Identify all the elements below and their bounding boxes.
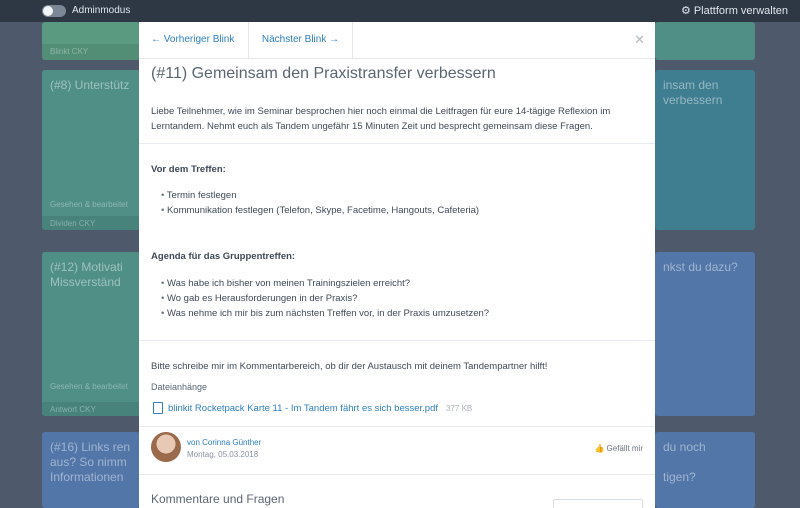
bg-card-8-title: (#8) Unterstütz [50, 78, 130, 92]
section-heading-before-meeting: Vor dem Treffen: [151, 164, 226, 175]
bg-card-right-2[interactable]: nkst du dazu? [655, 252, 755, 416]
section-heading-agenda: Agenda für das Gruppentreffen: [151, 251, 296, 262]
bg-card-right-2-title: nkst du dazu? [663, 260, 738, 274]
bg-card-8-meta: Gesehen & bearbeitet [50, 200, 128, 209]
next-blink-button[interactable]: Nächster Blink → [249, 22, 353, 58]
post-date: Montag, 05.03.2018 [187, 450, 259, 459]
before-meeting-list: Termin festlegen Kommunikation festlegen… [161, 188, 479, 218]
manage-platform-label: Plattform verwalten [693, 5, 788, 17]
next-blink-label: Nächster Blink [261, 34, 327, 45]
gear-icon: ⚙ [680, 5, 691, 17]
list-item: Was habe ich bisher von meinen Trainings… [161, 276, 489, 291]
previous-blink-button[interactable]: ← Vorheriger Blink [139, 22, 249, 58]
like-button[interactable]: 👍 Gefällt mir [595, 444, 643, 453]
manage-platform-link[interactable]: ⚙ Plattform verwalten [681, 4, 788, 17]
comments-title: Kommentare und Fragen [151, 492, 285, 506]
bg-card-16-title: (#16) Links ren aus? So nimm Information… [50, 440, 131, 484]
author-name[interactable]: von Corinna Günther [187, 438, 261, 447]
attachment-size: 377 KB [446, 403, 473, 413]
bg-card-right-3-title: du noch tigen? [663, 440, 706, 484]
bg-card-16[interactable]: (#16) Links ren aus? So nimm Information… [42, 432, 140, 508]
list-item: Termin festlegen [161, 188, 479, 203]
attachments-label: Dateianhänge [151, 382, 208, 392]
admin-mode-label: Adminmodus [72, 5, 131, 16]
modal-nav: ← Vorheriger Blink Nächster Blink → ✕ [139, 22, 655, 59]
list-item: Kommunikation festlegen (Telefon, Skype,… [161, 203, 479, 218]
top-bar: Adminmodus ⚙ Plattform verwalten [0, 0, 800, 22]
bg-card-12-meta: Gesehen & bearbeitet [50, 382, 128, 391]
divider [139, 426, 655, 427]
admin-mode-toggle[interactable] [42, 5, 66, 17]
bg-card-right-top[interactable] [655, 22, 755, 60]
bg-card-12[interactable]: (#12) Motivati Missverständ Gesehen & be… [42, 252, 140, 416]
bg-card-12-foot: Antwort CKY [42, 402, 140, 416]
bg-card-top-foot: Blinkt CKY [42, 44, 140, 60]
arrow-right-icon: → [329, 34, 340, 45]
blink-intro: Liebe Teilnehmer, wie im Seminar besproc… [151, 106, 611, 132]
divider [139, 474, 655, 475]
bg-card-right-1-title: insam den verbessern [663, 78, 723, 107]
divider [139, 340, 655, 341]
file-icon [153, 402, 163, 414]
blink-title: (#11) Gemeinsam den Praxistransfer verbe… [151, 65, 496, 82]
attachment-name: blinkit Rocketpack Karte 11 - Im Tandem … [168, 402, 438, 414]
bg-card-right-3[interactable]: du noch tigen? [655, 432, 755, 508]
list-item: Was nehme ich mir bis zum nächsten Treff… [161, 306, 489, 321]
previous-blink-label: Vorheriger Blink [163, 34, 235, 45]
thumbs-up-icon: 👍 [594, 444, 605, 453]
closing-text: Bitte schreibe mir im Kommentarbereich, … [151, 361, 548, 372]
divider [139, 143, 655, 144]
agenda-list: Was habe ich bisher von meinen Trainings… [161, 276, 489, 321]
arrow-left-icon: ← [151, 34, 161, 45]
bg-card-right-1[interactable]: insam den verbessern [655, 70, 755, 230]
attachment-link[interactable]: blinkit Rocketpack Karte 11 - Im Tandem … [153, 402, 472, 414]
blink-modal: ← Vorheriger Blink Nächster Blink → ✕ (#… [139, 22, 655, 508]
author-row: von Corinna Günther Montag, 05.03.2018 👍… [151, 432, 643, 466]
avatar [151, 432, 181, 462]
bg-card-8-foot: Dividen CKY [42, 216, 140, 230]
bg-card-12-title: (#12) Motivati Missverständ [50, 260, 123, 289]
list-item: Wo gab es Herausforderungen in der Praxi… [161, 291, 489, 306]
toggle-knob [43, 6, 53, 16]
comments-action-button[interactable] [553, 499, 643, 508]
close-icon[interactable]: ✕ [634, 32, 645, 48]
bg-card-8[interactable]: (#8) Unterstütz Gesehen & bearbeitet Div… [42, 70, 140, 230]
like-label: Gefällt mir [606, 444, 643, 453]
bg-card-top[interactable]: Blinkt CKY [42, 22, 140, 60]
